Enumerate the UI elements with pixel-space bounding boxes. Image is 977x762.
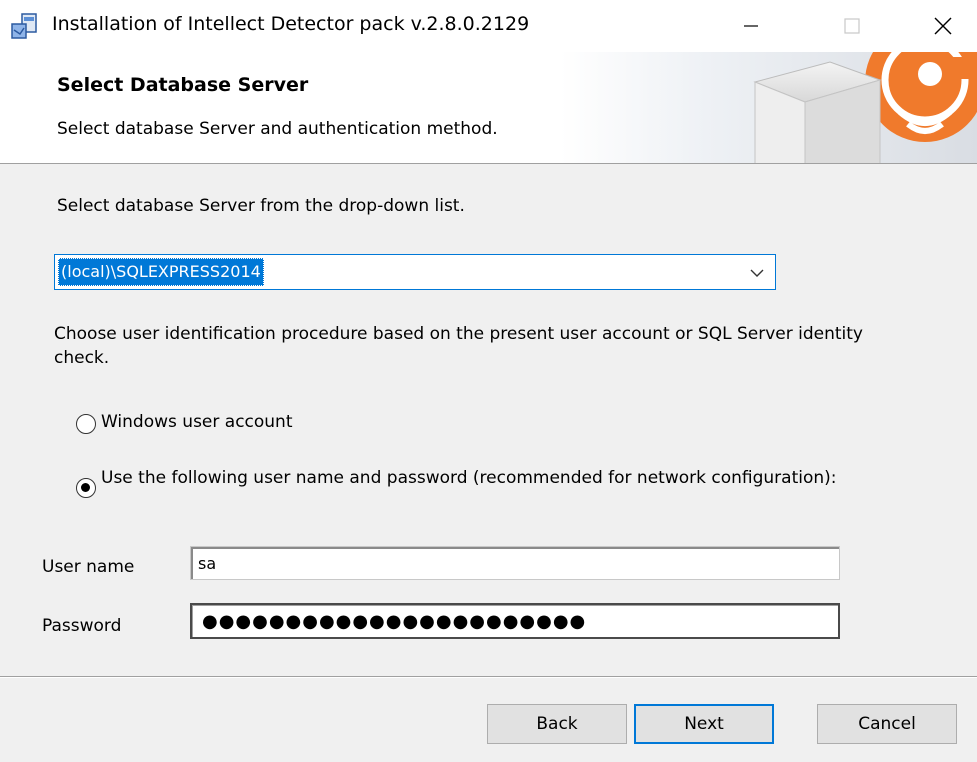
installer-icon (11, 13, 37, 39)
windows-auth-radio[interactable] (76, 414, 96, 434)
page-subtitle: Select database Server and authenticatio… (57, 119, 498, 139)
database-server-dropdown[interactable]: (local)\SQLEXPRESS2014 (54, 254, 776, 290)
username-label: User name (42, 557, 135, 577)
next-button[interactable]: Next (634, 704, 774, 744)
page-title: Select Database Server (57, 74, 309, 96)
close-icon (934, 17, 952, 35)
server-prompt-label: Select database Server from the drop-dow… (57, 196, 465, 216)
sql-auth-label[interactable]: Use the following user name and password… (101, 466, 861, 490)
window-title: Installation of Intellect Detector pack … (52, 13, 530, 35)
maximize-button (824, 0, 880, 52)
header-banner: Select Database Server Select database S… (0, 52, 977, 164)
footer-divider (0, 676, 977, 678)
banner-box-logo-image (560, 52, 977, 163)
sql-auth-radio[interactable] (76, 478, 96, 498)
minimize-icon (744, 25, 758, 27)
minimize-button[interactable] (723, 0, 779, 52)
chevron-down-icon[interactable] (749, 265, 765, 281)
cancel-button[interactable]: Cancel (817, 704, 957, 744)
title-bar: Installation of Intellect Detector pack … (0, 0, 977, 52)
password-label: Password (42, 616, 122, 636)
password-input[interactable]: ●●●●●●●●●●●●●●●●●●●●●●● (190, 603, 840, 639)
back-button[interactable]: Back (487, 704, 627, 744)
username-input[interactable]: sa (190, 546, 840, 580)
username-value: sa (198, 553, 217, 573)
database-server-selected-value: (local)\SQLEXPRESS2014 (58, 258, 264, 286)
close-button[interactable] (915, 0, 971, 52)
password-value: ●●●●●●●●●●●●●●●●●●●●●●● (202, 610, 587, 632)
windows-auth-label[interactable]: Windows user account (101, 412, 293, 432)
auth-prompt-label: Choose user identification procedure bas… (54, 324, 863, 368)
maximize-icon (844, 18, 860, 34)
